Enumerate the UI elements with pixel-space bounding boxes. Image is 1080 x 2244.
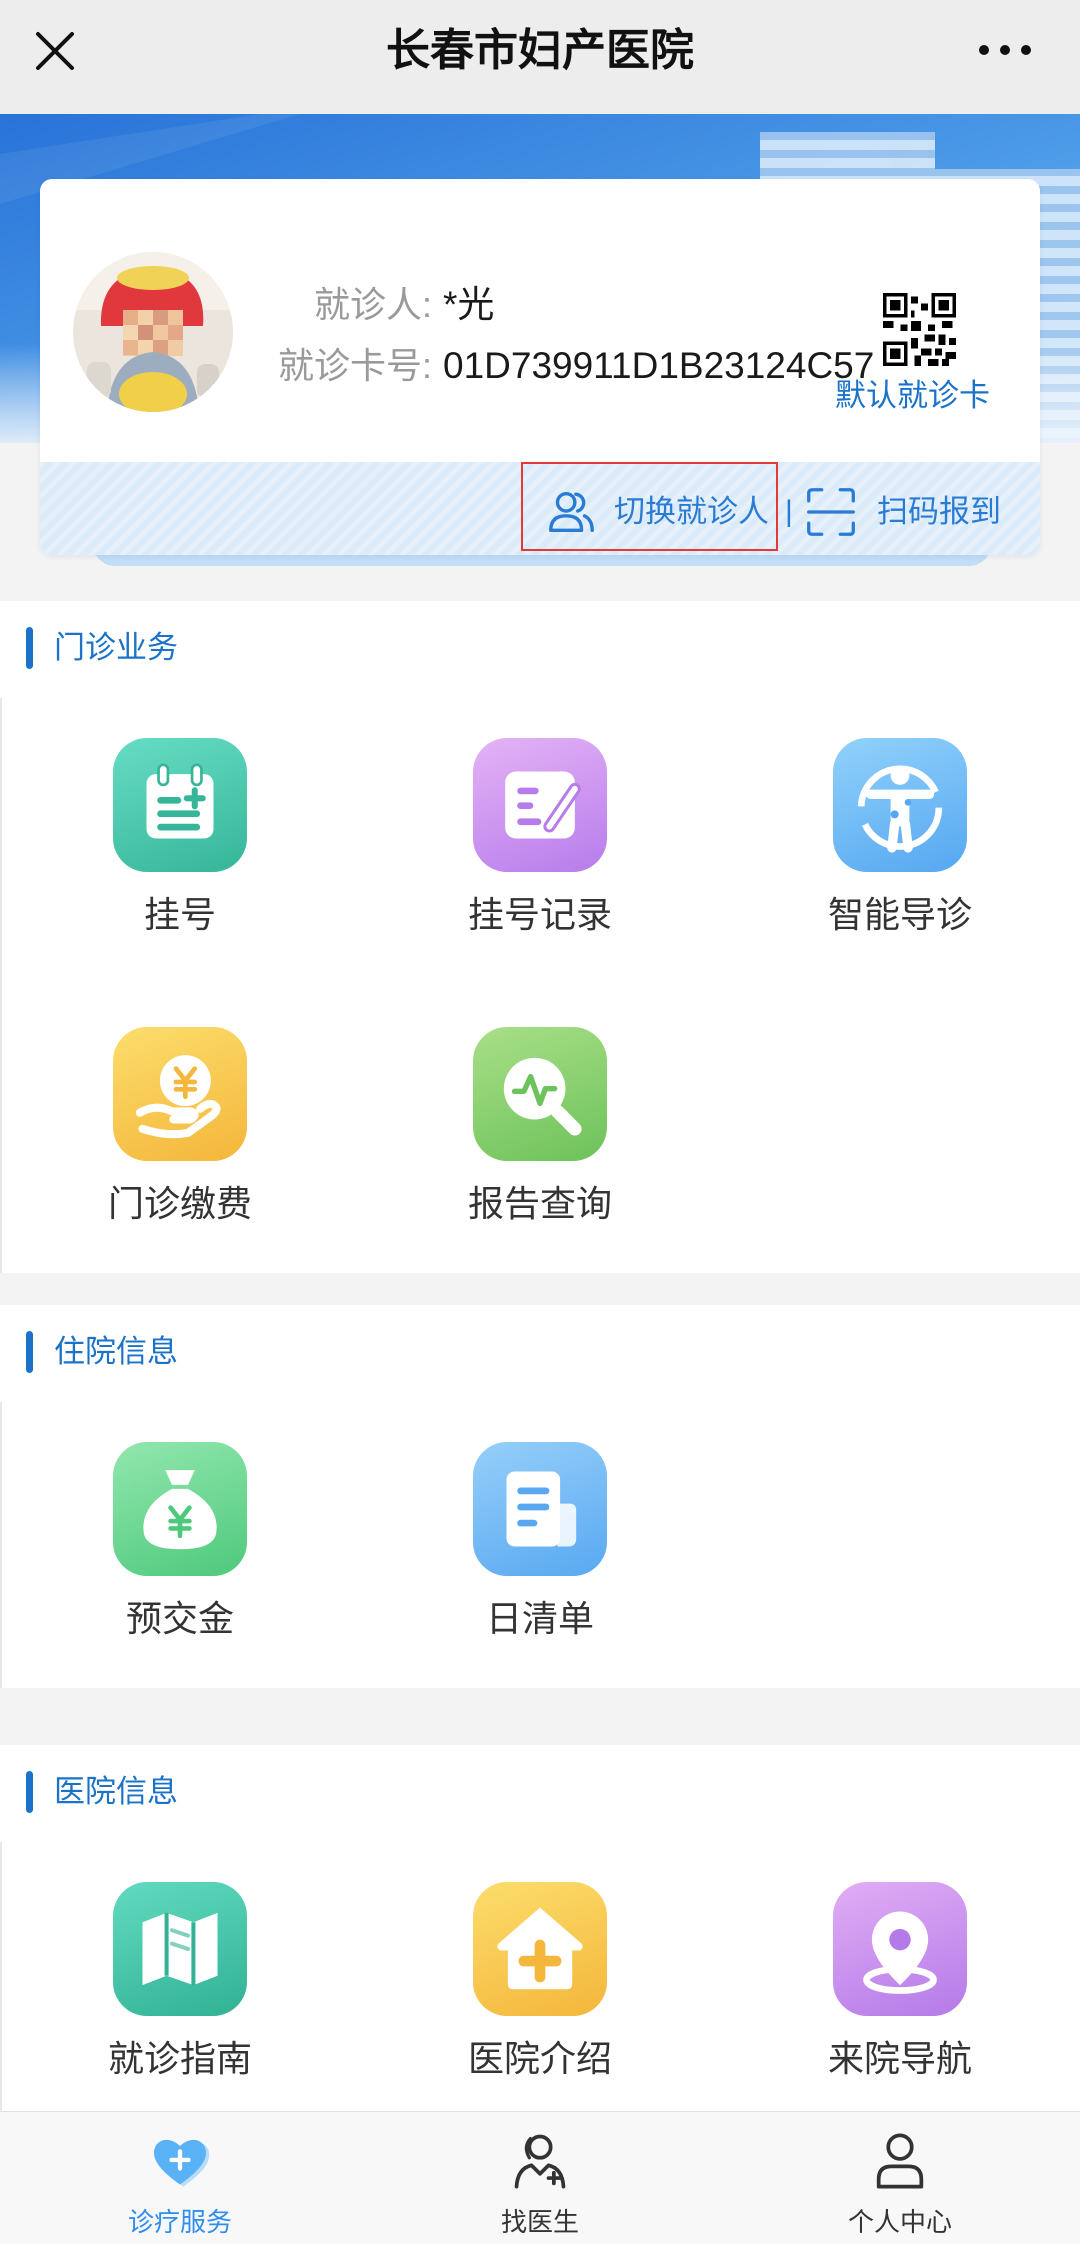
prepayment-label: 预交金 bbox=[125, 1598, 234, 1639]
app-screen: 长春市妇产医院 就诊人: *光 就诊卡号: 01D739911D1B23124C… bbox=[0, 0, 1080, 2244]
payment-hand-coin-icon bbox=[113, 1027, 247, 1161]
top-nav-bar: 长春市妇产医院 bbox=[0, 0, 1080, 114]
smart-guide-person-icon bbox=[833, 738, 967, 872]
register-record-label: 挂号记录 bbox=[467, 894, 612, 935]
close-icon[interactable] bbox=[30, 26, 80, 76]
hospital-intro-button[interactable]: 医院介绍 bbox=[360, 1882, 720, 2102]
visit-guide-button[interactable]: 就诊指南 bbox=[0, 1882, 360, 2102]
daily-list-document-icon bbox=[473, 1442, 607, 1576]
daily-list-label: 日清单 bbox=[485, 1598, 594, 1639]
daily-list-button[interactable]: 日清单 bbox=[360, 1442, 720, 1662]
section-title: 住院信息 bbox=[54, 1334, 178, 1369]
register-record-button[interactable]: 挂号记录 bbox=[360, 738, 720, 958]
card-action-strip: 切换就诊人 | 扫码报到 bbox=[40, 462, 1040, 555]
register-calendar-icon bbox=[113, 738, 247, 872]
money-bag-icon bbox=[113, 1442, 247, 1576]
patient-name-value: *光 bbox=[443, 284, 495, 325]
map-guide-icon bbox=[113, 1882, 247, 2016]
doctor-icon bbox=[508, 2129, 572, 2193]
patient-card: 就诊人: *光 就诊卡号: 01D739911D1B23124C57 默认就诊卡 bbox=[40, 179, 1040, 555]
hospital-house-icon bbox=[473, 1882, 607, 2016]
section-title-bar bbox=[26, 1331, 33, 1373]
report-query-button[interactable]: 报告查询 bbox=[360, 1027, 720, 1247]
tab-clinic-services[interactable]: 诊疗服务 bbox=[0, 2112, 360, 2244]
prepayment-button[interactable]: 预交金 bbox=[0, 1442, 360, 1662]
action-separator: | bbox=[785, 495, 793, 528]
card-number-value: 01D739911D1B23124C57 bbox=[443, 345, 875, 386]
outpatient-payment-button[interactable]: 门诊缴费 bbox=[0, 1027, 360, 1247]
tab-label: 找医生 bbox=[500, 2207, 579, 2237]
outpatient-section: 门诊业务 挂号 挂号记录 智能导诊 门诊缴费 报告查询 bbox=[0, 601, 1080, 1273]
inpatient-section: 住院信息 预交金 日清单 bbox=[0, 1305, 1080, 1688]
outpatient-payment-label: 门诊缴费 bbox=[107, 1183, 252, 1224]
register-button[interactable]: 挂号 bbox=[0, 738, 360, 958]
hospital-intro-label: 医院介绍 bbox=[467, 2038, 612, 2079]
patient-name-label: 就诊人: bbox=[313, 284, 432, 325]
hospital-info-section: 医院信息 就诊指南 医院介绍 来院导航 bbox=[0, 1745, 1080, 2111]
record-edit-icon bbox=[473, 738, 607, 872]
report-query-label: 报告查询 bbox=[467, 1183, 612, 1224]
tab-find-doctor[interactable]: 找医生 bbox=[360, 2112, 720, 2244]
section-title-bar bbox=[26, 627, 33, 669]
scan-checkin-label[interactable]: 扫码报到 bbox=[877, 489, 1001, 535]
person-icon bbox=[868, 2129, 932, 2193]
page-title: 长春市妇产医院 bbox=[386, 26, 694, 75]
card-number-label: 就诊卡号: bbox=[277, 345, 432, 386]
heart-plus-icon bbox=[148, 2129, 212, 2193]
tab-personal-center[interactable]: 个人中心 bbox=[720, 2112, 1080, 2244]
default-card-label: 默认就诊卡 bbox=[835, 378, 990, 413]
section-title: 医院信息 bbox=[54, 1774, 178, 1809]
avatar[interactable] bbox=[73, 252, 233, 412]
tab-label: 个人中心 bbox=[847, 2207, 952, 2237]
smart-guide-label: 智能导诊 bbox=[827, 894, 972, 935]
hospital-navigation-label: 来院导航 bbox=[827, 2038, 972, 2079]
switch-patient-label[interactable]: 切换就诊人 bbox=[614, 489, 769, 535]
report-search-icon bbox=[473, 1027, 607, 1161]
bottom-tab-bar: 诊疗服务 找医生 个人中心 bbox=[0, 2111, 1080, 2244]
visit-guide-label: 就诊指南 bbox=[107, 2038, 252, 2079]
scan-icon[interactable] bbox=[805, 486, 857, 538]
register-label: 挂号 bbox=[143, 894, 216, 935]
hospital-navigation-button[interactable]: 来院导航 bbox=[720, 1882, 1080, 2102]
location-pin-icon bbox=[833, 1882, 967, 2016]
section-title: 门诊业务 bbox=[54, 630, 178, 665]
qr-code-icon[interactable] bbox=[883, 293, 956, 366]
tab-label: 诊疗服务 bbox=[127, 2207, 232, 2237]
section-title-bar bbox=[26, 1771, 33, 1813]
switch-patient-icon[interactable] bbox=[544, 485, 598, 539]
more-icon[interactable] bbox=[972, 34, 1038, 66]
smart-guide-button[interactable]: 智能导诊 bbox=[720, 738, 1080, 958]
